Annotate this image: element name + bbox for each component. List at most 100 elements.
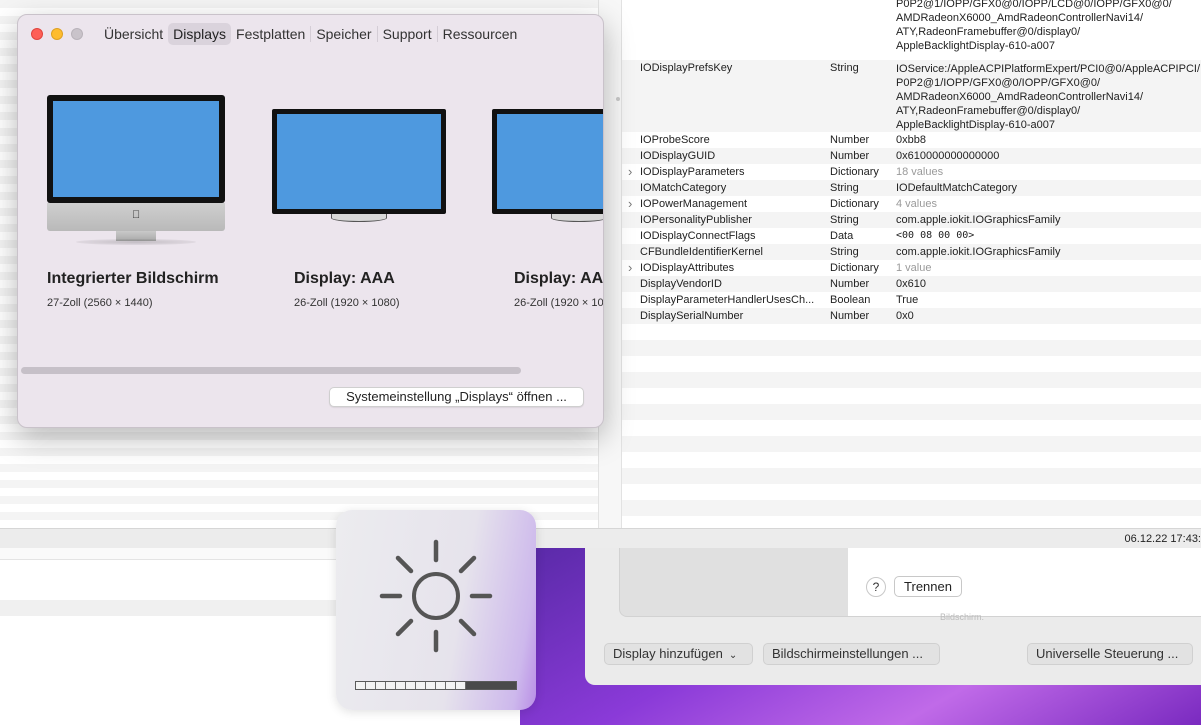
property-value-line: AppleBacklightDisplay-610-a007	[896, 40, 1055, 52]
tab-festplatten[interactable]: Festplatten	[231, 23, 310, 45]
tab-displays[interactable]: Displays	[168, 23, 232, 45]
property-type: Dictionary	[830, 198, 879, 210]
brightness-segment	[406, 682, 416, 689]
monitor-stand	[331, 214, 387, 222]
table-row[interactable]: IODisplayConnectFlags Data <00 08 00 00>	[622, 228, 1201, 244]
property-value-line: P0P2@1/IOPP/GFX0@0/IOPP/LCD@0/IOPP/GFX0@…	[896, 0, 1172, 10]
brightness-segment	[426, 682, 436, 689]
table-row	[622, 340, 1201, 356]
property-type: String	[830, 246, 859, 258]
chevron-down-icon: ⌄	[728, 650, 738, 661]
brightness-segment	[436, 682, 446, 689]
add-display-popup-button[interactable]: Display hinzufügen ⌄	[604, 643, 753, 665]
hint-text: Bildschirm.	[940, 612, 985, 622]
table-row[interactable]: CFBundleIdentifierKernel String com.apple.…	[622, 244, 1201, 260]
tab-uebersicht[interactable]: Übersicht	[99, 23, 168, 45]
property-type: Dictionary	[830, 262, 879, 274]
table-row	[622, 468, 1201, 484]
property-value: 0xbb8	[896, 134, 926, 146]
close-window-button[interactable]	[31, 28, 43, 40]
table-row[interactable]: IOMatchCategory String IODefaultMatchCateg…	[622, 180, 1201, 196]
imac-icon	[47, 95, 225, 203]
property-value-line: AppleBacklightDisplay-610-a007	[896, 119, 1055, 131]
property-key: DisplayVendorID	[640, 278, 722, 290]
property-key: IOMatchCategory	[640, 182, 727, 194]
property-type: String	[830, 62, 859, 74]
property-key: IOPersonalityPublisher	[640, 214, 752, 226]
table-row[interactable]: DisplayVendorID Number 0x610	[622, 276, 1201, 292]
minimize-window-button[interactable]	[51, 28, 63, 40]
tab-ressourcen[interactable]: Ressourcen	[438, 23, 523, 45]
property-key: IODisplayGUID	[640, 150, 716, 162]
table-row[interactable]: P0P2@1/IOPP/GFX0@0/IOPP/LCD@0/IOPP/GFX0@…	[622, 0, 1201, 59]
brightness-segment	[466, 682, 476, 689]
table-row	[622, 500, 1201, 516]
property-value-line: ATY,RadeonFramebuffer@0/display0/	[896, 105, 1081, 117]
table-row[interactable]: › IODisplayAttributes Dictionary 1 value	[622, 260, 1201, 276]
display-name: Display: AAA	[294, 270, 395, 287]
universal-control-button[interactable]: Universelle Steuerung ...	[1027, 643, 1193, 665]
brightness-hud	[336, 510, 536, 710]
table-row	[622, 388, 1201, 404]
status-bar: 06.12.22 17:43:	[0, 528, 1201, 548]
table-row[interactable]: DisplayParameterHandlerUsesCh... Boolean T…	[622, 292, 1201, 308]
display-name: Display: AAA	[514, 270, 604, 287]
brightness-segment	[456, 682, 466, 689]
registry-properties-pane[interactable]: P0P2@1/IOPP/GFX0@0/IOPP/LCD@0/IOPP/GFX0@…	[622, 0, 1201, 528]
zoom-window-button[interactable]	[71, 28, 83, 40]
disclosure-triangle-icon[interactable]: ›	[628, 197, 632, 210]
property-type: Dictionary	[830, 166, 879, 178]
property-type: Number	[830, 310, 870, 322]
table-row[interactable]: IOPersonalityPublisher String com.apple.io…	[622, 212, 1201, 228]
tab-speicher[interactable]: Speicher	[311, 23, 376, 45]
table-row[interactable]: › IODisplayParameters Dictionary 18 values	[622, 164, 1201, 180]
brightness-segment	[486, 682, 496, 689]
table-row	[622, 404, 1201, 420]
property-value: IOService:/AppleACPIPlatformExpert/PCI0@…	[896, 62, 1200, 132]
property-key: IOPowerManagement	[640, 198, 747, 210]
table-row	[622, 372, 1201, 388]
property-value: 0x610	[896, 278, 926, 290]
property-value-line: ATY,RadeonFramebuffer@0/display0/	[896, 26, 1081, 38]
table-row	[622, 420, 1201, 436]
table-row[interactable]: IODisplayGUID Number 0x610000000000000	[622, 148, 1201, 164]
table-row[interactable]: IODisplayPrefsKey String IOService:/AppleA…	[622, 60, 1201, 132]
screen-settings-button[interactable]: Bildschirmeinstellungen ...	[763, 643, 940, 665]
property-type: Data	[830, 230, 854, 242]
add-display-label: Display hinzufügen	[613, 646, 723, 661]
brightness-segment	[506, 682, 516, 689]
property-key: IODisplayPrefsKey	[640, 62, 733, 74]
table-row	[622, 356, 1201, 372]
about-this-mac-window: Übersicht Displays Festplatten Speicher …	[17, 14, 604, 428]
display-size: 27-Zoll (2560 × 1440)	[47, 297, 153, 309]
display-size: 26-Zoll (1920 × 1080)	[294, 297, 400, 309]
brightness-segment	[386, 682, 396, 689]
status-timestamp: 06.12.22 17:43:	[1124, 533, 1201, 545]
table-row[interactable]: › IOPowerManagement Dictionary 4 values	[622, 196, 1201, 212]
brightness-segment	[416, 682, 426, 689]
property-type: Number	[830, 278, 870, 290]
property-key: DisplaySerialNumber	[640, 310, 744, 322]
property-value-line: P0P2@1/IOPP/GFX0@0/IOPP/GFX0@0/	[896, 77, 1101, 89]
table-row[interactable]: IOProbeScore Number 0xbb8	[622, 132, 1201, 148]
property-value: 4 values	[896, 198, 937, 210]
property-value: com.apple.iokit.IOGraphicsFamily	[896, 246, 1061, 258]
property-type: Boolean	[830, 294, 871, 306]
horizontal-scrollbar[interactable]	[21, 367, 521, 374]
disclosure-triangle-icon[interactable]: ›	[628, 261, 632, 274]
disclosure-triangle-icon[interactable]: ›	[628, 165, 632, 178]
table-row	[622, 452, 1201, 468]
property-type: String	[830, 214, 859, 226]
disconnect-button[interactable]: Trennen	[894, 576, 962, 597]
help-button[interactable]: ?	[866, 577, 886, 597]
monitor-stand	[551, 214, 603, 222]
table-row[interactable]: DisplaySerialNumber Number 0x0	[622, 308, 1201, 324]
display-screen	[277, 114, 441, 209]
property-key: DisplayParameterHandlerUsesCh...	[640, 294, 815, 306]
property-value-line: AMDRadeonX6000_AmdRadeonControllerNavi14…	[896, 12, 1144, 24]
monitor-icon	[492, 109, 603, 214]
imac-shadow	[76, 239, 196, 245]
open-displays-settings-button[interactable]: Systemeinstellung „Displays“ öffnen ...	[329, 387, 584, 407]
property-value: 1 value	[896, 262, 932, 274]
tab-support[interactable]: Support	[378, 23, 437, 45]
